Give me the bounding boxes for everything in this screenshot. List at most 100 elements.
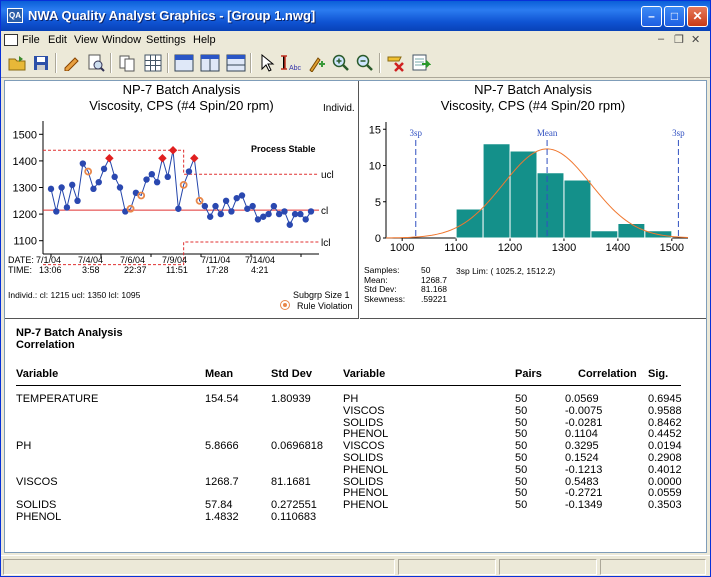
- layout-1-icon[interactable]: [172, 52, 195, 74]
- clear-icon[interactable]: [384, 52, 407, 74]
- export-icon[interactable]: [409, 52, 432, 74]
- time-tick: 22:37: [124, 265, 147, 275]
- mdi-restore-icon[interactable]: ❐: [674, 33, 684, 46]
- rule-violation-marker-icon: [281, 301, 289, 309]
- table-cell: TEMPERATURE: [16, 393, 99, 405]
- menu-edit[interactable]: Edit: [48, 34, 67, 46]
- table-cell: 50: [515, 440, 528, 453]
- header-rule: [16, 385, 681, 386]
- limit-label-ucl: ucl: [321, 170, 334, 181]
- data-point: [90, 185, 97, 193]
- menu-settings[interactable]: Settings: [146, 34, 186, 46]
- data-point: [212, 202, 219, 210]
- y-tick-label: 1300: [13, 183, 37, 195]
- histogram-panel[interactable]: NP-7 Batch Analysis Viscosity, CPS (#4 S…: [360, 81, 706, 319]
- data-point: [217, 210, 224, 218]
- menu-bar: File Edit View Window Settings Help – ❐ …: [1, 31, 710, 49]
- print-preview-icon[interactable]: [84, 52, 107, 74]
- maximize-button[interactable]: □: [664, 6, 685, 27]
- table-cell: VISCOS: [16, 475, 58, 488]
- table-row: SOLIDS 57.84 0.272551 PHENOL 50 -0.1349 0.3503: [5, 499, 705, 511]
- table-row: PHENOL 50 -0.2721 0.0559: [5, 487, 705, 499]
- app-icon[interactable]: QA: [7, 8, 23, 23]
- data-point: [201, 202, 209, 210]
- minimize-button[interactable]: –: [641, 6, 662, 27]
- limit-label-cl: cl: [321, 206, 328, 217]
- table-cell: 0.0559: [648, 487, 682, 500]
- time-tick: 11:51: [166, 265, 188, 275]
- zoom-in-icon[interactable]: [329, 52, 352, 74]
- table-cell: 81.1681: [271, 475, 311, 488]
- histogram-plot: 15 10 5 0 1000 1100 1200 1300 1400 1500 3sp Mean 3sp: [369, 122, 689, 254]
- mdi-minimize-icon[interactable]: –: [658, 33, 664, 45]
- y-tick-label: 1500: [13, 129, 37, 141]
- sp-limits-label: 3sp Lim: ( 1025.2, 1512.2): [456, 266, 556, 276]
- table-cell: 154.54: [205, 393, 239, 405]
- title-bar[interactable]: QA NWA Quality Analyst Graphics - [Group…: [1, 1, 710, 31]
- x-tick-label: 1000: [390, 242, 414, 254]
- table-cell: PHENOL: [343, 463, 389, 476]
- table-cell: 50: [515, 416, 528, 429]
- col-header-std-dev: Std Dev: [271, 368, 312, 380]
- close-button[interactable]: ✕: [687, 6, 708, 27]
- data-point: [238, 192, 246, 199]
- toolbar-separator: [379, 53, 381, 73]
- x-tick-label: 1300: [552, 242, 576, 254]
- table-row: VISCOS 50 -0.0075 0.9588: [5, 405, 705, 417]
- table-cell: 0.0569: [565, 393, 599, 405]
- date-tick: 7/4/04: [78, 255, 104, 265]
- table-cell: 57.84: [205, 499, 233, 512]
- stat-label: Skewness:: [364, 293, 406, 304]
- mdi-close-icon[interactable]: ✕: [691, 33, 700, 46]
- date-tick: 7/14/04: [245, 255, 276, 265]
- table-cell: 1.4832: [205, 511, 239, 523]
- layout-3-icon[interactable]: [224, 52, 247, 74]
- toolbar-separator: [250, 53, 252, 73]
- data-point: [185, 168, 193, 175]
- table-cell: 0.110683: [271, 511, 317, 523]
- y-tick-label: 10: [369, 161, 381, 173]
- svg-text:Abc: Abc: [289, 65, 301, 72]
- menu-file[interactable]: File: [22, 34, 40, 46]
- data-point: [69, 181, 76, 189]
- status-pane: [3, 559, 395, 575]
- menu-help[interactable]: Help: [193, 34, 216, 46]
- table-cell: 0.0696818: [271, 440, 323, 453]
- save-icon[interactable]: [29, 52, 52, 74]
- edit-icon[interactable]: [60, 52, 83, 74]
- control-chart-panel[interactable]: NP-7 Batch Analysis Viscosity, CPS (#4 S…: [5, 81, 359, 319]
- open-icon[interactable]: [5, 52, 28, 74]
- out-of-control-point: [105, 153, 114, 163]
- text-icon[interactable]: Abc: [278, 52, 301, 74]
- zoom-out-icon[interactable]: [353, 52, 376, 74]
- table-cell: 50: [515, 463, 528, 476]
- table-row: PH 5.8666 0.0696818 VISCOS 50 0.3295 0.0194: [5, 440, 705, 452]
- layout-2-icon[interactable]: [198, 52, 221, 74]
- window-title: NWA Quality Analyst Graphics - [Group 1.…: [28, 8, 316, 23]
- process-stable-annotation: Process Stable: [251, 144, 316, 154]
- table-cell: -0.2721: [565, 487, 603, 500]
- annotate-icon[interactable]: [305, 52, 328, 74]
- status-pane: [499, 559, 597, 575]
- table-cell: 50: [515, 499, 528, 512]
- stat-value: .59221: [421, 293, 447, 304]
- table-cell: 0.272551: [271, 499, 317, 512]
- pointer-icon[interactable]: [255, 52, 278, 74]
- data-point: [58, 184, 65, 191]
- data-point: [53, 208, 60, 215]
- out-of-control-point: [190, 153, 199, 163]
- time-tick: 3:58: [82, 265, 100, 275]
- table-cell: 0.9588: [648, 404, 682, 417]
- table-cell: 1.80939: [271, 393, 311, 405]
- copy-icon[interactable]: [115, 52, 138, 74]
- report-subtitle: Correlation: [16, 339, 75, 351]
- correlation-report[interactable]: NP-7 Batch Analysis Correlation Variable…: [5, 320, 706, 552]
- menu-window[interactable]: Window: [102, 34, 141, 46]
- data-point: [63, 204, 71, 211]
- col-header-variable: Variable: [16, 368, 59, 380]
- menu-view[interactable]: View: [74, 34, 98, 46]
- grid-icon[interactable]: [141, 52, 164, 74]
- data-point: [111, 173, 118, 181]
- table-row: PHENOL 50 0.1104 0.4452: [5, 428, 705, 440]
- document-icon[interactable]: [4, 34, 18, 46]
